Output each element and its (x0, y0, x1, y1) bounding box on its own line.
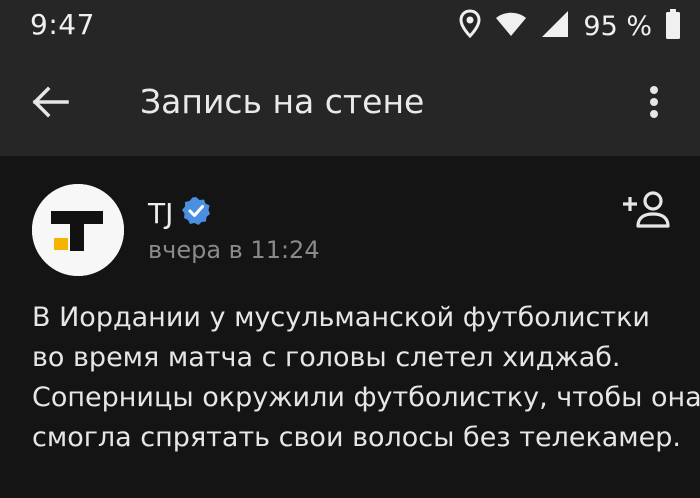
signal-icon (541, 10, 569, 42)
post-text-line: В Иордании у мусульманской футболистки (32, 302, 650, 333)
add-person-icon (621, 190, 671, 234)
battery-icon (666, 9, 680, 43)
author-row[interactable]: TJ (148, 196, 211, 230)
post-text: В Иордании у мусульманской футболистки в… (32, 298, 700, 458)
author-name[interactable]: TJ (148, 197, 173, 230)
wifi-icon (495, 11, 527, 41)
avatar[interactable] (32, 184, 124, 276)
post-text-line: смогла спрятать свои волосы без телекаме… (32, 422, 682, 453)
status-time: 9:47 (30, 8, 95, 41)
post-text-line: во время матча с головы слетел хиджаб. (32, 342, 621, 373)
location-icon (459, 9, 481, 43)
add-friend-button[interactable] (620, 190, 672, 234)
more-options-button[interactable] (634, 80, 674, 128)
app-bar: Запись на стене (0, 52, 700, 156)
arrow-left-icon (31, 86, 69, 122)
status-icons: 95 % (459, 8, 680, 44)
page-title: Запись на стене (140, 82, 425, 121)
wall-post: TJ вчера в 11:24 В Иордании у мусульманс… (0, 156, 700, 498)
more-vertical-icon (649, 85, 659, 123)
post-text-line: Соперницы окружили футболистку, чтобы он… (32, 382, 700, 413)
tj-logo-icon (32, 184, 124, 276)
status-bar: 9:47 95 % (0, 0, 700, 52)
battery-percent: 95 % (583, 10, 652, 42)
back-button[interactable] (26, 80, 74, 128)
post-timestamp: вчера в 11:24 (148, 236, 320, 264)
verified-badge-icon (181, 196, 211, 230)
